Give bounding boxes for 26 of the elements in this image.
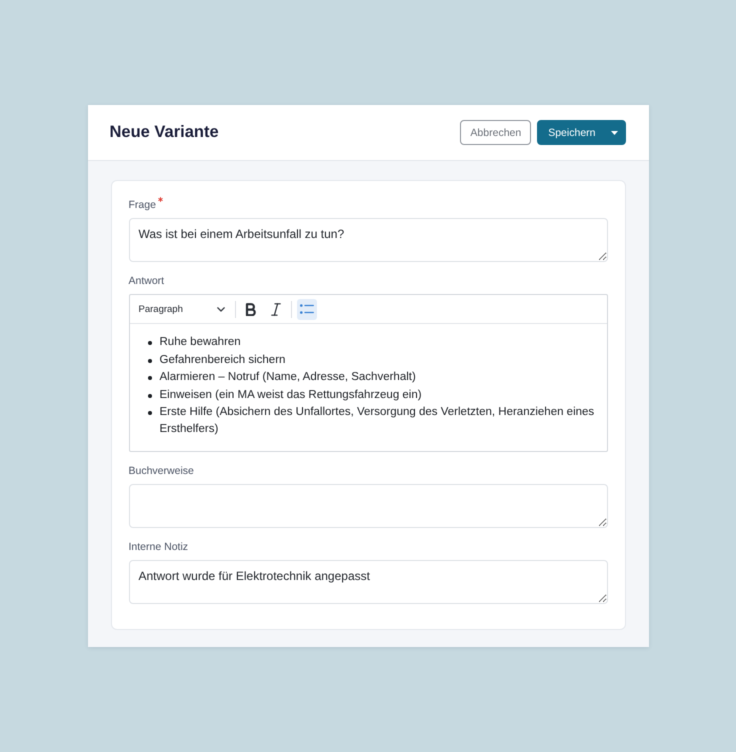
list-item-text: Alarmieren – Notruf (Name, Adresse, Sachverhalt) [160,370,416,386]
field-label: Interne Notiz [128,540,188,554]
bullet-icon [148,410,152,415]
text-field[interactable]: Was ist bei einem Arbeitsunfall zu tun? [128,218,608,262]
bullet-icon [148,376,152,380]
text-field[interactable]: Antwort wurde für Elektrotechnik angepasst [128,560,608,604]
bullet-icon [148,341,152,346]
chevron-down-icon [216,306,224,312]
dialog-title: Neue Variante [110,123,219,142]
bullet-list-button[interactable] [296,298,316,320]
list-item-text: Ruhe bewahren [160,335,241,350]
list-item-text: Erste Hilfe (Absichern des Unfallortes, Versorgung des Verletzten, Heranziehen eines Ersthelfers) [160,404,596,438]
italic-icon [270,302,280,316]
bold-icon [245,302,256,316]
bullet-list-icon [300,304,314,314]
block-format-select[interactable]: Paragraph [134,298,230,320]
field-label: Antwort [128,275,164,288]
field-label: Buchverweise [128,464,194,478]
save-button[interactable]: Speichern [537,120,626,146]
list-item-text: Einweisen (ein MA weist das Rettungsfahrzeug ein) [160,388,422,402]
field-label: Frage [128,199,156,212]
text-field[interactable] [128,484,608,528]
list-item-text: Gefahrenbereich sichern [160,352,286,368]
cancel-button[interactable]: Abbrechen [460,120,532,146]
bullet-icon [148,358,152,363]
bullet-icon [148,394,152,398]
